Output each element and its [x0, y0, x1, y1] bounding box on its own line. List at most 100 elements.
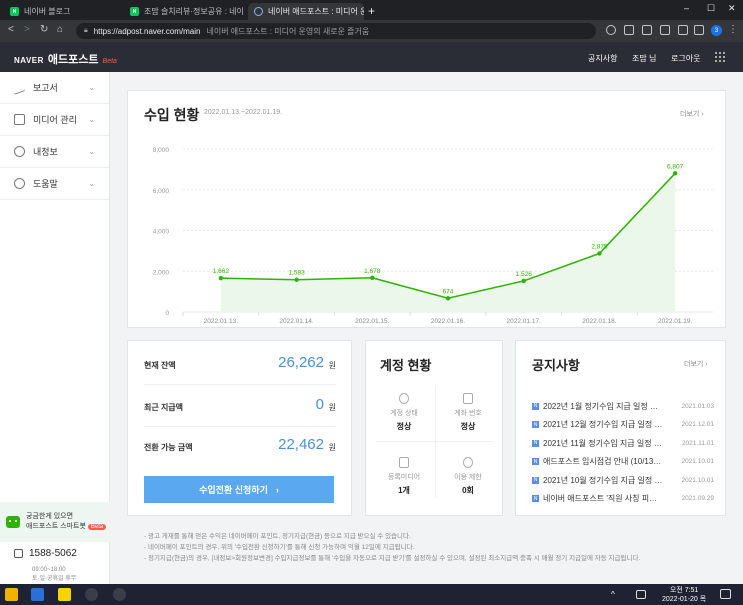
sidebar-item-media[interactable]: 미디어 관리 ⌄ — [0, 104, 109, 136]
sidebar-item-report[interactable]: 보고서 ⌄ — [0, 72, 109, 104]
chart-data-point — [370, 275, 375, 281]
account-title: 계정 현황 — [380, 358, 432, 373]
bookmark-icon[interactable] — [624, 25, 634, 35]
new-badge-icon: N — [532, 439, 539, 447]
menu-dots-icon[interactable]: ⋮ — [728, 24, 738, 35]
tab-label: 네이버 블로그 — [24, 7, 71, 16]
browser-tab-jomam-review[interactable]: N 조맘 슬치리뷰·정보공유 : 네이 ✕ — [124, 3, 248, 20]
header-user-name[interactable]: 조맘 님 — [632, 53, 656, 64]
account-status-card: 계정 현황 계정 상태 정상 계좌 번호 정상 등록미디어 1개 이용 제한 0… — [365, 340, 503, 516]
notification-icon[interactable] — [720, 589, 731, 599]
back-arrow-icon[interactable]: < — [8, 24, 14, 35]
user-icon — [14, 146, 25, 157]
chart-data-point — [521, 278, 526, 284]
account-cell-status: 계정 상태 정상 — [372, 387, 436, 441]
revenue-notes: - 광고 게재를 통해 얻은 수익은 네이버페이 포인트, 정기지급(현금) 등… — [144, 531, 640, 564]
browser-tab-naver-blog[interactable]: N 네이버 블로그 — [4, 3, 122, 20]
sticky-notes-icon[interactable] — [58, 588, 71, 601]
tabs-icon[interactable] — [660, 25, 670, 35]
tab-label: 네이버 애드포스트 : 미디어 운 — [268, 7, 364, 16]
tab-label: 조맘 슬치리뷰·정보공유 : 네이 — [144, 7, 244, 16]
chevron-up-icon[interactable]: ^ — [611, 590, 620, 599]
new-badge-icon: N — [532, 458, 539, 466]
new-tab-button[interactable]: + — [368, 4, 375, 18]
chart-x-tick-label: 2022.01.19. — [658, 318, 693, 325]
phone-icon — [14, 549, 23, 558]
notice-item[interactable]: N 2021년 11월 정기수입 지급 일정 … 2021.11.01 — [532, 434, 714, 453]
beta-mark: Beta — [102, 58, 117, 65]
maximize-icon[interactable]: ☐ — [707, 3, 715, 14]
notice-card: 공지사항 더보기 › N 2022년 1월 정기수입 지급 일정 … 2021.01… — [515, 340, 726, 516]
close-window-icon[interactable]: ✕ — [728, 3, 736, 14]
chart-data-point — [294, 277, 299, 282]
naver-blog-favicon-icon: N — [10, 7, 19, 16]
revenue-more-link[interactable]: 더보기 › — [680, 109, 704, 119]
note-line: - 광고 게재를 통해 얻은 수익은 네이버페이 포인트, 정기지급(현금) 등… — [144, 533, 411, 540]
profile-avatar[interactable]: 3 — [711, 25, 722, 36]
balance-unit: 원 — [328, 443, 336, 452]
system-clock[interactable]: 오전 7:51 2022-01-20 목 — [662, 586, 706, 604]
account-cell-label: 이용 제한 — [454, 474, 482, 481]
keyboard-icon[interactable] — [636, 590, 646, 599]
header-logout-link[interactable]: 로그아웃 — [671, 53, 700, 64]
chevron-right-icon: › — [275, 484, 279, 495]
notice-item[interactable]: N 2021년 10월 정기수입 지급 일정 … 2021.10.01 — [532, 471, 714, 490]
chart-y-tick-label: 8,000 — [153, 147, 170, 154]
header-notice-link[interactable]: 공지사항 — [588, 53, 617, 64]
notice-item[interactable]: N 네이버 애드포스트 '직원 사칭 피… 2021.09.29 — [532, 490, 714, 509]
bank-icon — [463, 393, 473, 404]
balance-unit: 원 — [328, 403, 336, 412]
vscode-icon[interactable] — [31, 588, 44, 601]
naver-logo-text: NAVER — [14, 56, 44, 65]
adpost-logo-text: 애드포스트 — [47, 54, 99, 66]
url-text: https://adpost.naver.com/main — [93, 26, 201, 36]
naver-blog-favicon-icon: N — [130, 7, 139, 16]
adpost-logo[interactable]: NAVER 애드포스트 Beta — [14, 51, 117, 67]
chart-data-label: 1,662 — [213, 268, 230, 275]
smartbot-banner[interactable]: 궁금한게 있으면 애드포스트 스마트봇 Beta — [0, 502, 110, 542]
sidebar: 보고서 ⌄ 미디어 관리 ⌄ 내정보 ⌄ 도움말 ⌄ 궁금한게 있으면 애드포스… — [0, 72, 110, 584]
account-cell-media: 등록미디어 1개 — [372, 451, 436, 505]
chart-x-tick-label: 2022.01.18. — [582, 318, 617, 325]
app-icon[interactable] — [113, 588, 126, 601]
address-bar[interactable]: 🔒︎ https://adpost.naver.com/main 네이버 애드포… — [76, 23, 596, 39]
balance-label: 현재 잔액 — [144, 361, 176, 370]
file-explorer-icon[interactable] — [5, 588, 18, 601]
account-cell-value: 0회 — [462, 486, 474, 495]
notice-item[interactable]: N 2022년 1월 정기수입 지급 일정 … 2021.01.03 — [532, 397, 714, 416]
note-line: - 네이버페이 포인트의 경우, 위의 '수입전환 신청하기'를 통해 신청 가… — [144, 544, 415, 551]
sidebar-item-label: 보고서 — [33, 83, 58, 93]
chart-data-label: 1,678 — [364, 268, 381, 275]
notice-more-link[interactable]: 더보기 › — [684, 359, 708, 369]
new-badge-icon: N — [532, 402, 539, 410]
new-badge-icon: N — [532, 495, 539, 503]
app-icon[interactable] — [85, 588, 98, 601]
app-grid-icon[interactable] — [715, 52, 725, 62]
balance-value: 26,262 — [278, 354, 324, 371]
clock-date: 2022-01-20 목 — [662, 596, 707, 603]
account-cell-value: 1개 — [398, 486, 410, 495]
browser-tab-bar: N 네이버 블로그 N 조맘 슬치리뷰·정보공유 : 네이 ✕ 네이버 애드포스… — [0, 0, 743, 20]
sidebar-item-help[interactable]: 도움말 ⌄ — [0, 168, 109, 200]
balance-row-current: 현재 잔액 26,262 원 — [144, 345, 336, 385]
extension-icon[interactable] — [606, 25, 616, 35]
beta-badge: Beta — [87, 524, 107, 530]
chevron-down-icon: ⌄ — [88, 179, 95, 188]
reload-icon[interactable]: ↻ — [40, 24, 48, 35]
phone-number: 1588-5062 — [29, 548, 77, 559]
download-icon[interactable] — [642, 25, 652, 35]
capture-icon[interactable] — [678, 25, 688, 35]
lock-icon: 🔒︎ — [84, 27, 88, 34]
notice-item[interactable]: N 2021년 12월 정기수입 지급 일정 … 2021.12.01 — [532, 416, 714, 435]
forward-arrow-icon[interactable]: > — [24, 24, 30, 35]
home-icon[interactable]: ⌂ — [57, 24, 63, 35]
sidebar-item-myinfo[interactable]: 내정보 ⌄ — [0, 136, 109, 168]
smartbot-line2: 애드포스트 스마트봇 — [26, 523, 86, 530]
chart-x-tick-label: 2022.01.17. — [507, 318, 542, 325]
sidebar-icon[interactable] — [694, 25, 704, 35]
convert-revenue-button[interactable]: 수입전환 신청하기 › — [144, 476, 334, 503]
browser-tab-adpost[interactable]: 네이버 애드포스트 : 미디어 운 ✕ — [248, 3, 364, 20]
minimize-icon[interactable]: – — [684, 3, 689, 13]
notice-item[interactable]: N 애드포스트 임시점검 안내 (10/13… 2021.10.01 — [532, 453, 714, 472]
revenue-chart: 0 2,000 4,000 6,000 8,000 2022.01.13. 2022.01.… — [153, 147, 713, 325]
